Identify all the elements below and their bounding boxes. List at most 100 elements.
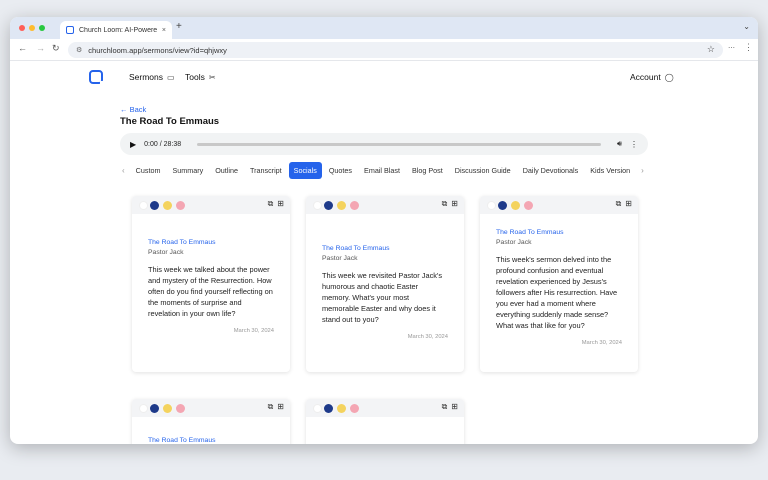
social-card: ⧉ ⊞ xyxy=(306,399,464,444)
social-card: ⧉ ⊞ The Road To Emmaus Pastor Jack This … xyxy=(480,196,638,372)
browser-tab[interactable]: Church Loom: AI-Powered C × xyxy=(60,21,172,39)
swatch-pink-button[interactable] xyxy=(524,201,533,210)
audio-progress-bar[interactable] xyxy=(197,142,601,146)
maximize-window-button[interactable] xyxy=(39,25,45,31)
tab-close-icon[interactable]: × xyxy=(162,27,166,34)
play-icon[interactable]: ▶ xyxy=(130,140,136,149)
swatch-white-button[interactable] xyxy=(313,201,322,210)
swatch-yellow-button[interactable] xyxy=(337,404,346,413)
card-author: Pastor Jack xyxy=(148,249,184,256)
card-author: Pastor Jack xyxy=(322,255,358,262)
swatch-blue-button[interactable] xyxy=(324,201,333,210)
swatch-white-button[interactable] xyxy=(139,201,148,210)
back-link[interactable]: ← Back xyxy=(120,105,146,114)
swatch-pink-button[interactable] xyxy=(350,201,359,210)
card-toolbar: ⧉ ⊞ xyxy=(132,196,290,214)
swatch-pink-button[interactable] xyxy=(350,404,359,413)
card-text: This week we revisited Pastor Jack's hum… xyxy=(322,271,443,324)
swatch-blue-button[interactable] xyxy=(150,201,159,210)
close-window-button[interactable] xyxy=(19,25,25,31)
url-text: churchloom.app/sermons/view?id=qhjwxy xyxy=(88,45,227,55)
account-menu[interactable]: Account ◯ xyxy=(630,72,674,82)
site-header: Sermons ▭ Tools ✂ Account ◯ xyxy=(10,62,758,94)
swatch-pink-button[interactable] xyxy=(176,201,185,210)
social-card: ⧉ ⊞ The Road To Emmaus Pastor Jack This … xyxy=(306,196,464,372)
card-date: March 30, 2024 xyxy=(407,333,448,340)
card-toolbar: ⧉ ⊞ xyxy=(480,196,638,214)
browser-menu-icon[interactable]: ⋮ xyxy=(744,42,753,53)
card-title: The Road To Emmaus xyxy=(148,239,216,246)
nav-sermons[interactable]: Sermons ▭ xyxy=(129,72,175,82)
card-toolbar: ⧉ ⊞ xyxy=(306,399,464,417)
tab-daily-devotionals[interactable]: Daily Devotionals xyxy=(518,162,584,179)
tab-quotes[interactable]: Quotes xyxy=(324,162,357,179)
tab-transcript[interactable]: Transcript xyxy=(245,162,287,179)
site-info-icon[interactable]: ⚙ xyxy=(76,46,82,54)
swatch-yellow-button[interactable] xyxy=(337,201,346,210)
tab-blog-post[interactable]: Blog Post xyxy=(407,162,448,179)
user-circle-icon: ◯ xyxy=(664,72,674,82)
swatch-blue-button[interactable] xyxy=(498,201,507,210)
tabs-scroll-right-icon[interactable]: › xyxy=(637,166,648,175)
player-more-icon[interactable]: ⋮ xyxy=(630,140,638,149)
download-folder-icon[interactable]: ⊞ xyxy=(277,199,284,209)
tab-custom[interactable]: Custom xyxy=(131,162,166,179)
url-field[interactable]: ⚙ churchloom.app/sermons/view?id=qhjwxy … xyxy=(68,42,723,58)
content-tabs: ‹ Custom Summary Outline Transcript Soci… xyxy=(118,161,648,179)
new-tab-button[interactable]: + xyxy=(176,21,182,32)
card-text: This week we talked about the power and … xyxy=(148,265,273,318)
back-nav-icon[interactable]: ← xyxy=(18,43,27,53)
tab-discussion-guide[interactable]: Discussion Guide xyxy=(450,162,516,179)
download-folder-icon[interactable]: ⊞ xyxy=(625,199,632,209)
address-bar: ← → ↻ ⚙ churchloom.app/sermons/view?id=q… xyxy=(10,39,758,61)
copy-icon[interactable]: ⧉ xyxy=(268,402,274,412)
swatch-white-button[interactable] xyxy=(487,201,496,210)
tab-strip: Church Loom: AI-Powered C × + ⌄ xyxy=(10,17,758,39)
swatch-blue-button[interactable] xyxy=(150,404,159,413)
card-date: March 30, 2024 xyxy=(581,339,622,346)
download-folder-icon[interactable]: ⊞ xyxy=(451,402,458,412)
download-folder-icon[interactable]: ⊞ xyxy=(277,402,284,412)
social-card: ⧉ ⊞ The Road To Emmaus Pastor Jack This … xyxy=(132,196,290,372)
tab-outline[interactable]: Outline xyxy=(210,162,243,179)
card-author: Pastor Jack xyxy=(496,239,532,246)
swatch-yellow-button[interactable] xyxy=(511,201,520,210)
tab-socials[interactable]: Socials xyxy=(288,161,322,179)
card-toolbar: ⧉ ⊞ xyxy=(306,196,464,214)
copy-icon[interactable]: ⧉ xyxy=(616,199,622,209)
tab-email-blast[interactable]: Email Blast xyxy=(359,162,405,179)
swatch-pink-button[interactable] xyxy=(176,404,185,413)
tab-summary[interactable]: Summary xyxy=(167,162,208,179)
swatch-blue-button[interactable] xyxy=(324,404,333,413)
card-title: The Road To Emmaus xyxy=(322,245,390,252)
tab-kids-version[interactable]: Kids Version xyxy=(585,162,635,179)
card-title: The Road To Emmaus xyxy=(496,229,564,236)
card-title: The Road To Emmaus xyxy=(148,437,216,444)
audio-player: ▶ 0:00 / 28:38 🔊︎ ⋮ xyxy=(120,133,648,155)
copy-icon[interactable]: ⧉ xyxy=(268,199,274,209)
favicon-icon xyxy=(66,26,74,34)
account-label: Account xyxy=(630,72,661,82)
tabs-scroll-left-icon[interactable]: ‹ xyxy=(118,166,129,175)
tab-search-icon[interactable]: ⌄ xyxy=(743,22,750,31)
nav-tools[interactable]: Tools ✂ xyxy=(185,72,216,82)
copy-icon[interactable]: ⧉ xyxy=(442,402,448,412)
swatch-yellow-button[interactable] xyxy=(163,404,172,413)
social-card: ⧉ ⊞ The Road To Emmaus xyxy=(132,399,290,444)
volume-icon[interactable]: 🔊︎ xyxy=(617,139,622,149)
bookmark-star-icon[interactable]: ☆ xyxy=(707,44,715,55)
forward-nav-icon[interactable]: → xyxy=(36,43,45,53)
swatch-yellow-button[interactable] xyxy=(163,201,172,210)
churchloom-logo-icon[interactable] xyxy=(89,70,105,86)
card-toolbar: ⧉ ⊞ xyxy=(132,399,290,417)
wand-icon: ✂ xyxy=(208,72,216,82)
extensions-icon[interactable]: ⋯ xyxy=(728,44,735,52)
download-folder-icon[interactable]: ⊞ xyxy=(451,199,458,209)
reload-icon[interactable]: ↻ xyxy=(52,43,60,54)
copy-icon[interactable]: ⧉ xyxy=(442,199,448,209)
swatch-white-button[interactable] xyxy=(139,404,148,413)
minimize-window-button[interactable] xyxy=(29,25,35,31)
swatch-white-button[interactable] xyxy=(313,404,322,413)
nav-tools-label: Tools xyxy=(185,72,205,82)
tab-title: Church Loom: AI-Powered C xyxy=(79,26,157,34)
